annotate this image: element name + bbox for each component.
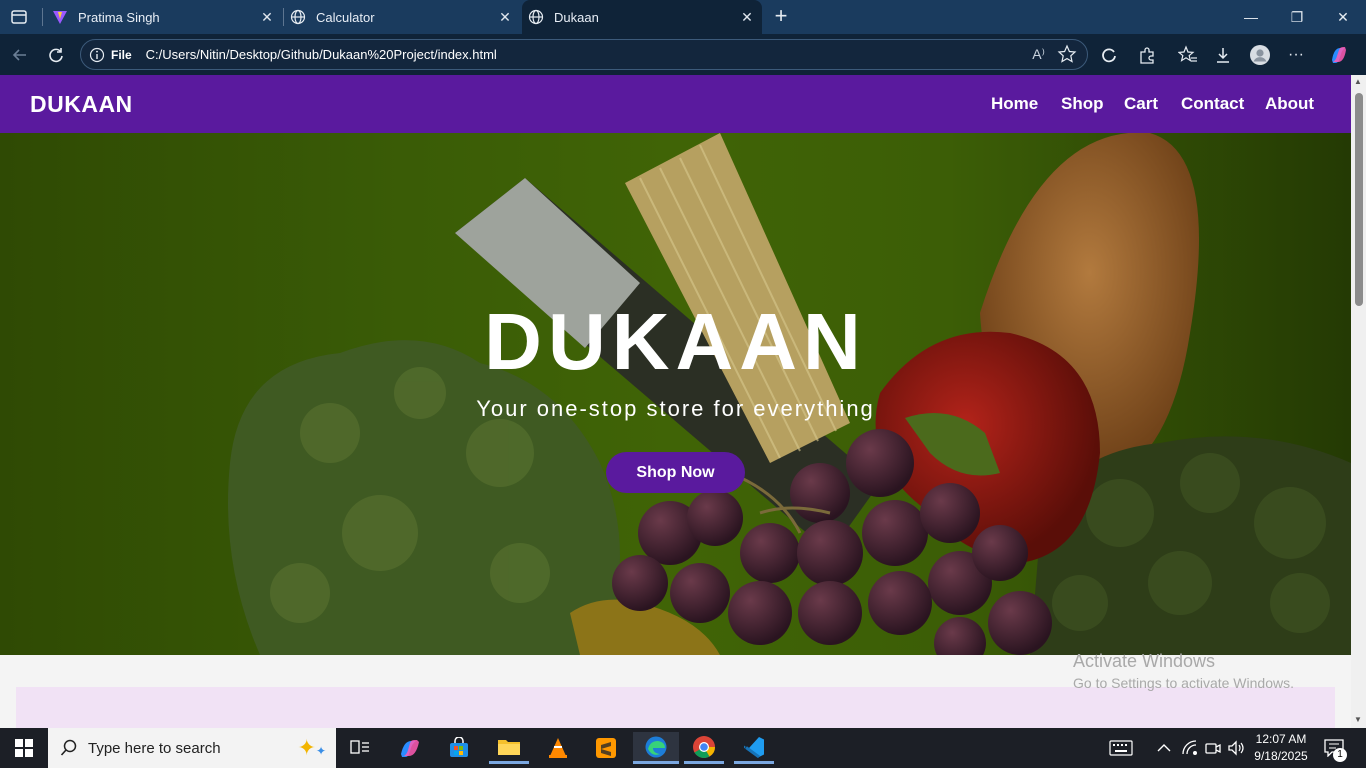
watermark-title: Activate Windows xyxy=(1073,651,1216,671)
tab-title: Pratima Singh xyxy=(78,9,160,25)
notification-center-icon[interactable]: 1 xyxy=(1324,728,1347,768)
web-page: DUKAAN Home Shop Cart Contact About DUKA… xyxy=(0,75,1351,728)
url-text[interactable]: C:/Users/Nitin/Desktop/Github/Dukaan%20P… xyxy=(146,47,497,62)
vscode-icon[interactable] xyxy=(734,732,774,764)
tab-strip: Pratima Singh ✕ Calculator ✕ Dukaan ✕ + … xyxy=(0,0,1366,34)
browser-essentials-icon[interactable] xyxy=(1097,43,1121,67)
tab-actions-icon[interactable] xyxy=(10,8,28,26)
edge-browser-icon[interactable] xyxy=(633,732,679,764)
scroll-down-arrow-icon[interactable]: ▼ xyxy=(1354,715,1362,724)
network-icon[interactable] xyxy=(1182,728,1198,768)
featured-section xyxy=(16,687,1335,728)
copilot-taskbar-icon[interactable] xyxy=(390,732,430,764)
vite-icon xyxy=(52,9,68,25)
hero-grocery-image xyxy=(228,133,1351,655)
hero-subtitle: Your one-stop store for everything xyxy=(476,396,875,421)
close-tab-icon[interactable]: ✕ xyxy=(258,8,276,26)
windows-start-icon[interactable] xyxy=(4,732,44,764)
tab-dukaan[interactable]: Dukaan ✕ xyxy=(522,0,762,34)
clock-time: 12:07 AM xyxy=(1255,732,1307,746)
page-scrollbar[interactable]: ▲ ▼ xyxy=(1351,75,1366,728)
browser-toolbar: File C:/Users/Nitin/Desktop/Github/Dukaa… xyxy=(0,34,1366,75)
tab-title: Dukaan xyxy=(554,9,599,25)
back-icon[interactable] xyxy=(8,43,32,67)
nav-link-contact[interactable]: Contact xyxy=(1181,94,1244,114)
tab-title: Calculator xyxy=(316,9,375,25)
globe-icon xyxy=(528,9,544,25)
hero-section: DUKAAN Your one-stop store for everythin… xyxy=(0,133,1351,655)
extensions-icon[interactable] xyxy=(1135,43,1159,67)
search-icon xyxy=(60,739,78,757)
taskbar-search-box[interactable]: Type here to search ✦✦ xyxy=(48,728,336,768)
search-highlight-icon: ✦✦ xyxy=(297,735,327,760)
new-tab-icon[interactable]: + xyxy=(771,5,791,27)
nav-link-shop[interactable]: Shop xyxy=(1061,94,1104,114)
copilot-icon[interactable] xyxy=(1327,43,1351,67)
profile-avatar-icon[interactable] xyxy=(1248,43,1272,67)
watermark-subtitle: Go to Settings to activate Windows. xyxy=(1073,675,1294,691)
windows-taskbar: Type here to search ✦✦ 12:07 AM 9/18/202… xyxy=(0,728,1366,768)
file-explorer-icon[interactable] xyxy=(489,732,529,764)
close-tab-icon[interactable]: ✕ xyxy=(496,8,514,26)
tab-separator xyxy=(42,8,43,26)
volume-icon[interactable] xyxy=(1227,728,1245,768)
downloads-icon[interactable] xyxy=(1211,43,1235,67)
scheme-label: File xyxy=(111,47,132,62)
favorite-star-icon[interactable] xyxy=(1057,44,1077,64)
nav-link-about[interactable]: About xyxy=(1265,94,1314,114)
refresh-icon[interactable] xyxy=(44,43,68,67)
notification-badge: 1 xyxy=(1333,748,1347,762)
show-hidden-icons-icon[interactable] xyxy=(1157,728,1171,768)
taskbar-clock[interactable]: 12:07 AM 9/18/2025 xyxy=(1249,731,1313,765)
nav-link-cart[interactable]: Cart xyxy=(1124,94,1158,114)
address-bar[interactable]: File C:/Users/Nitin/Desktop/Github/Dukaa… xyxy=(80,39,1088,70)
meet-now-icon[interactable] xyxy=(1205,728,1221,768)
site-logo[interactable]: DUKAAN xyxy=(30,91,133,118)
settings-more-icon[interactable]: ··· xyxy=(1284,43,1308,67)
clock-date: 9/18/2025 xyxy=(1254,749,1308,763)
favorites-icon[interactable] xyxy=(1176,43,1200,67)
site-navbar: DUKAAN Home Shop Cart Contact About xyxy=(0,75,1351,133)
task-view-icon[interactable] xyxy=(340,732,380,764)
activate-windows-watermark: Activate Windows Go to Settings to activ… xyxy=(1073,651,1294,691)
tab-pratima-singh[interactable]: Pratima Singh ✕ xyxy=(46,0,282,34)
chrome-icon[interactable] xyxy=(684,732,724,764)
sublime-text-icon[interactable] xyxy=(586,732,626,764)
touch-keyboard-icon[interactable] xyxy=(1109,728,1133,768)
read-aloud-icon[interactable]: A⁾ xyxy=(1032,46,1045,63)
search-placeholder: Type here to search xyxy=(88,739,221,757)
shop-now-button[interactable]: Shop Now xyxy=(606,452,745,493)
close-tab-icon[interactable]: ✕ xyxy=(738,8,756,26)
restore-icon[interactable]: ❐ xyxy=(1274,0,1320,34)
scroll-up-arrow-icon[interactable]: ▲ xyxy=(1354,77,1362,86)
info-icon[interactable] xyxy=(89,47,105,63)
nav-link-home[interactable]: Home xyxy=(991,94,1038,114)
hero-title: DUKAAN xyxy=(484,297,867,386)
scrollbar-thumb[interactable] xyxy=(1355,93,1363,306)
vlc-icon[interactable] xyxy=(538,732,578,764)
minimize-icon[interactable]: — xyxy=(1228,0,1274,34)
tab-calculator[interactable]: Calculator ✕ xyxy=(284,0,520,34)
close-window-icon[interactable]: ✕ xyxy=(1320,0,1366,34)
microsoft-store-icon[interactable] xyxy=(439,732,479,764)
globe-icon xyxy=(290,9,306,25)
